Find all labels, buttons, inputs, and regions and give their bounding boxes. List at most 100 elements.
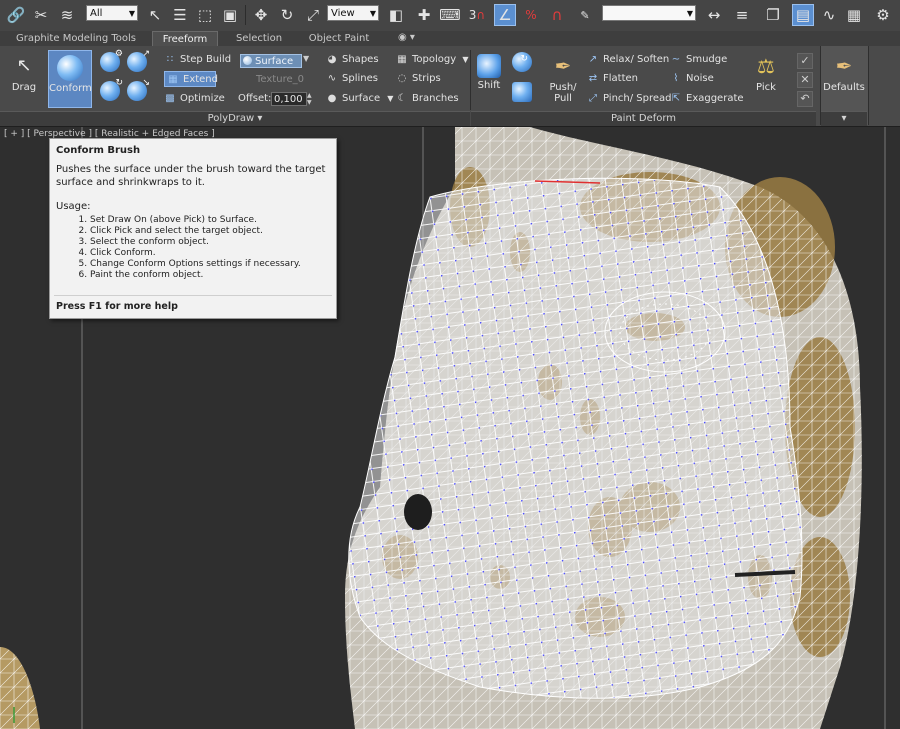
surface-icon: ● [327,93,337,104]
bind-space-warp-icon[interactable]: ≋ [56,4,78,26]
paint-deform-panel-label[interactable]: Paint Deform [471,111,816,126]
offset-spinner[interactable]: ▲ ▼ [307,92,313,106]
tooltip-description: Pushes the surface under the brush towar… [56,164,326,188]
ribbon-tab-bar: Graphite Modeling Tools Freeform Selecti… [0,31,900,46]
optimize-button[interactable]: ▩ Optimize [164,91,225,107]
pick-button[interactable]: ⚖ Pick [746,50,786,108]
surface-button[interactable]: ● Surface ▼ [326,91,394,107]
surface-label: Surface [342,93,381,104]
render-setup-icon[interactable]: ▦ [843,4,865,26]
conform-options-sphere-icon[interactable]: ⚙ [100,49,123,72]
nostril-hole [404,494,432,530]
unlink-icon[interactable]: ✂ [30,4,52,26]
topology-button[interactable]: ▦ Topology ▼ [396,52,468,68]
tab-object-paint[interactable]: Object Paint [300,31,378,46]
flatten-button[interactable]: ⇄ Flatten [587,71,638,87]
curve-editor-icon[interactable]: ∿ [818,4,840,26]
rotate-small-icon: ↻ [520,54,528,64]
close-icon[interactable]: ✕ [797,72,813,88]
noise-label: Noise [686,73,714,84]
move-icon[interactable]: ✥ [250,4,272,26]
defaults-more[interactable]: ▾ [821,111,867,126]
ribbon-toggle-icon[interactable]: ▤ [792,4,814,26]
conform-move-sphere-icon[interactable]: ↗ [127,49,150,72]
spinner-snap-icon[interactable]: ∩ [546,4,568,26]
shift-button[interactable]: Shift [472,50,506,108]
pick-lock-icon: ⚖ [757,54,775,78]
extend-label: Extend [183,74,218,85]
selection-filter-value: All [90,8,103,19]
conform-button[interactable]: Conform [48,50,92,108]
tab-graphite-modeling-tools[interactable]: Graphite Modeling Tools [0,31,152,46]
tab-freeform[interactable]: Freeform [152,31,218,46]
splines-button[interactable]: ∿ Splines [326,71,378,87]
ribbon-options-icon[interactable]: ◉ ▾ [398,32,415,43]
angle-snap-icon[interactable]: ∠ [494,4,516,26]
link-icon[interactable]: 🔗 [5,4,27,26]
named-selection-field[interactable]: ▼ [602,5,696,21]
mirror-icon[interactable]: ↔ [703,4,725,26]
branches-button[interactable]: ☾ Branches [396,91,459,107]
pinch-spread-button[interactable]: ⤢ Pinch/ Spread [587,91,672,107]
chevron-down-icon: ▼ [387,94,394,103]
offset-input[interactable]: 0,100 [271,92,307,106]
step-build-button[interactable]: ∷ Step Build [164,52,231,68]
edit-named-selection-icon[interactable]: ✎ [574,4,596,26]
defaults-button[interactable]: ✒ Defaults [822,50,866,108]
arrow-icon: ↗ [142,49,150,59]
shift-sphere-icon [477,54,501,78]
check-icon[interactable]: ✓ [797,53,813,69]
conform-rotate-sphere-icon[interactable]: ↻ [100,78,123,101]
smudge-button[interactable]: ∼ Smudge [670,52,727,68]
tooltip-title: Conform Brush [56,145,141,156]
shift-rotate-icon[interactable]: ↻ [512,52,532,72]
shift-scale-icon[interactable] [512,82,532,102]
select-by-name-icon[interactable]: ☰ [169,4,191,26]
exaggerate-label: Exaggerate [686,93,744,104]
defaults-label: Defaults [823,82,865,93]
drag-button[interactable]: ↖ Drag [6,50,42,108]
window-crossing-icon[interactable]: ▣ [219,4,241,26]
manipulate-icon[interactable]: ✚ [413,4,435,26]
step-build-label: Step Build [180,54,232,65]
align-icon[interactable]: ≡ [731,4,753,26]
snap-value: 3 [468,8,477,22]
polydraw-panel-label[interactable]: PolyDraw ▾ [0,111,470,126]
chevron-down-icon[interactable]: ▼ [303,54,309,63]
toolbar-separator [245,5,246,25]
pivot-icon[interactable]: ◧ [385,4,407,26]
relax-soften-button[interactable]: ↗ Relax/ Soften [587,52,669,68]
rotate-icon[interactable]: ↻ [276,4,298,26]
smudge-label: Smudge [686,54,728,65]
selection-filter-dropdown[interactable]: All ▼ [86,5,138,21]
snap-icon[interactable]: 3 ∩ [466,4,488,26]
topology-icon: ▦ [397,54,407,65]
scale-icon[interactable]: ⤢ [302,4,324,26]
extend-button[interactable]: ▦ Extend [164,71,218,87]
optimize-icon: ▩ [165,93,175,104]
strips-label: Strips [412,73,441,84]
percent-snap-icon[interactable]: % [520,4,542,26]
chevron-down-icon: ▼ [369,9,376,18]
drag-label: Drag [11,82,37,93]
tab-selection[interactable]: Selection [224,31,294,46]
reference-coord-dropdown[interactable]: View ▼ [327,5,379,21]
strips-button[interactable]: ◌ Strips [396,71,441,87]
gear-icon: ⚙ [114,49,123,59]
conform-scale-sphere-icon[interactable]: ↘ [127,78,150,101]
retopo-quad-cage [348,177,803,699]
tooltip-step: Click Conform. [90,248,301,259]
undo-icon[interactable]: ↶ [797,91,813,107]
noise-button[interactable]: ⌇ Noise [670,71,714,87]
render-frame-icon[interactable]: ⚙ [872,4,894,26]
optimize-label: Optimize [180,93,225,104]
push-pull-button[interactable]: ✒ Push/ Pull [543,50,583,108]
rect-region-icon[interactable]: ⬚ [194,4,216,26]
keyboard-shortcut-icon[interactable]: ⌨ [439,4,461,26]
layer-manager-icon[interactable]: ❐ [762,4,784,26]
select-object-icon[interactable]: ↖ [144,4,166,26]
shapes-button[interactable]: ◕ Shapes [326,52,379,68]
chevron-down-icon: ▼ [128,9,135,18]
exaggerate-button[interactable]: ⇱ Exaggerate [670,91,744,107]
chevron-down-icon: ▼ [686,9,693,18]
